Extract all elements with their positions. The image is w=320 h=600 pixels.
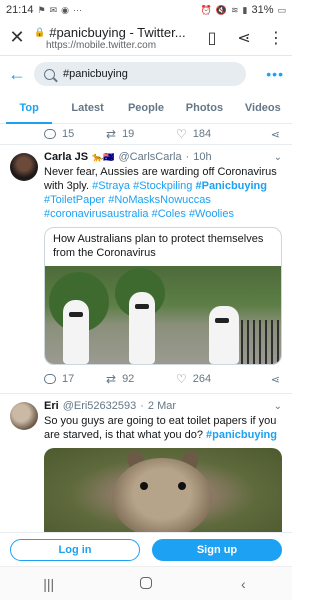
- like-button[interactable]: ♡ 184: [176, 127, 238, 141]
- url-area[interactable]: 🔒 #panicbuying - Twitter... https://mobi…: [34, 25, 196, 51]
- emoji-icon: 🐆🇦🇺: [92, 151, 115, 162]
- heart-icon: ♡: [176, 372, 187, 386]
- chevron-down-icon[interactable]: ⌄: [274, 401, 282, 412]
- tweet-author-handle[interactable]: @Eri52632593: [63, 400, 137, 412]
- avatar[interactable]: [10, 153, 38, 181]
- timeline: 15 ⇄ 19 ♡ 184 ⋖ Carla JS 🐆🇦🇺 @CarlsCarla…: [0, 124, 292, 532]
- hashtag-link[interactable]: #Woolies: [189, 208, 234, 220]
- heart-icon: ♡: [176, 127, 187, 141]
- wifi-icon: ≋: [230, 4, 239, 15]
- card-image: [45, 266, 281, 364]
- link-card[interactable]: How Australians plan to protect themselv…: [44, 227, 282, 365]
- hashtag-link[interactable]: #Panicbuying: [195, 180, 267, 192]
- share-icon[interactable]: ⋖: [271, 128, 280, 141]
- search-box[interactable]: [34, 62, 246, 86]
- lock-icon: 🔒: [34, 26, 46, 37]
- tweet-text: So you guys are going to eat toilet pape…: [44, 414, 282, 442]
- tweet-author-handle[interactable]: @CarlsCarla: [118, 151, 181, 163]
- login-button[interactable]: Log in: [10, 538, 140, 561]
- tweet-image[interactable]: [44, 448, 282, 532]
- retweet-count: 19: [122, 128, 135, 140]
- like-count: 264: [192, 373, 212, 385]
- share-icon[interactable]: ⋖: [228, 28, 260, 48]
- tab-top[interactable]: Top: [0, 94, 58, 124]
- recent-apps-icon[interactable]: |||: [29, 576, 69, 592]
- retweet-button[interactable]: ⇄ 19: [106, 127, 176, 141]
- tweet-author-name[interactable]: Eri: [44, 400, 59, 412]
- reply-icon: [44, 374, 56, 384]
- tweet-author-name[interactable]: Carla JS: [44, 151, 88, 163]
- retweet-icon: ⇄: [106, 372, 117, 386]
- close-icon[interactable]: ✕: [0, 27, 34, 48]
- retweet-icon: ⇄: [106, 127, 117, 141]
- signup-button[interactable]: Sign up: [152, 538, 282, 561]
- reply-count: 17: [62, 373, 75, 385]
- notification-icon: ⚑: [37, 4, 46, 15]
- retweet-count: 92: [122, 373, 135, 385]
- hashtag-link[interactable]: #Straya: [92, 180, 130, 192]
- tweet-actions: 15 ⇄ 19 ♡ 184 ⋖: [0, 124, 292, 144]
- page-url: https://mobile.twitter.com: [46, 39, 157, 51]
- search-header: ← •••: [0, 58, 292, 90]
- bookmark-icon[interactable]: ▯: [196, 28, 228, 48]
- notification-icon: ✉: [49, 4, 58, 15]
- share-icon[interactable]: ⋖: [271, 373, 280, 386]
- avatar[interactable]: [10, 402, 38, 430]
- battery-icon: ▭: [277, 4, 286, 15]
- like-count: 184: [192, 128, 212, 140]
- overflow-menu-icon[interactable]: ⋮: [260, 28, 292, 48]
- hashtag-link[interactable]: #coronavirusaustralia: [44, 208, 149, 220]
- tweet-time: 10h: [193, 151, 212, 163]
- back-icon[interactable]: ‹: [223, 576, 263, 592]
- signal-icon: ▮: [242, 4, 248, 15]
- status-time: 21:14: [6, 4, 34, 16]
- search-input[interactable]: [63, 68, 223, 80]
- search-icon: [44, 68, 55, 80]
- hashtag-link[interactable]: #Coles: [152, 208, 186, 220]
- retweet-button[interactable]: ⇄ 92: [106, 372, 176, 386]
- tab-latest[interactable]: Latest: [58, 94, 116, 123]
- reply-icon: [44, 129, 56, 139]
- battery-level: 31%: [251, 4, 274, 16]
- browser-toolbar: ✕ 🔒 #panicbuying - Twitter... https://mo…: [0, 20, 292, 56]
- reply-button[interactable]: 15: [44, 128, 106, 140]
- card-title: How Australians plan to protect themselv…: [53, 233, 264, 259]
- chevron-down-icon[interactable]: ⌄: [274, 152, 282, 163]
- home-icon[interactable]: [126, 576, 166, 592]
- reply-count: 15: [62, 128, 75, 140]
- alarm-icon: ⏰: [200, 4, 212, 15]
- search-tabs: Top Latest People Photos Videos: [0, 94, 292, 124]
- hashtag-link[interactable]: #Stockpiling: [133, 180, 192, 192]
- tweet-actions: 17 ⇄ 92 ♡ 264 ⋖: [44, 369, 282, 389]
- more-options-icon[interactable]: •••: [266, 66, 284, 82]
- tweet-time: 2 Mar: [147, 400, 177, 412]
- hashtag-link[interactable]: #panicbuying: [206, 429, 277, 441]
- tweet[interactable]: Eri @Eri52632593 · 2 Mar ⌄ So you guys a…: [0, 393, 292, 532]
- tab-people[interactable]: People: [117, 94, 175, 123]
- system-nav-bar: ||| ‹: [0, 566, 292, 600]
- tweet[interactable]: Carla JS 🐆🇦🇺 @CarlsCarla · 10h ⌄ Never f…: [0, 144, 292, 393]
- back-arrow-icon[interactable]: ←: [0, 64, 34, 85]
- tab-photos[interactable]: Photos: [175, 94, 233, 123]
- hashtag-link[interactable]: #ToiletPaper: [44, 194, 105, 206]
- tab-videos[interactable]: Videos: [234, 94, 292, 123]
- reply-button[interactable]: 17: [44, 373, 106, 385]
- tweet-text: Never fear, Aussies are warding off Coro…: [44, 165, 282, 221]
- like-button[interactable]: ♡ 264: [176, 372, 238, 386]
- more-notifications-icon: ···: [73, 5, 83, 15]
- status-bar: 21:14 ⚑ ✉ ◉ ··· ⏰ 🔇 ≋ ▮ 31% ▭: [0, 0, 292, 20]
- notification-icon: ◉: [61, 4, 70, 15]
- login-signup-bar: Log in Sign up: [0, 532, 292, 566]
- mute-icon: 🔇: [215, 4, 227, 15]
- hashtag-link[interactable]: #NoMasksNowuccas: [108, 194, 211, 206]
- page-title: #panicbuying - Twitter...: [49, 24, 186, 40]
